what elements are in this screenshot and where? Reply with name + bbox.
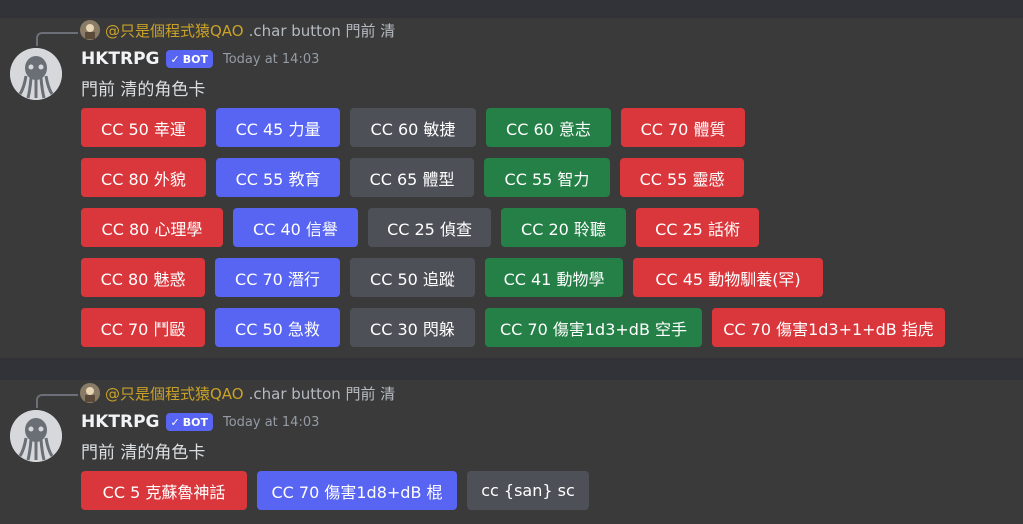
bot-badge: ✓ BOT — [165, 50, 213, 68]
skill-button[interactable]: CC 70 傷害1d3+dB 空手 — [485, 308, 702, 347]
reply-reference[interactable]: @只是個程式猿QAO .char button 門前 清 — [80, 19, 395, 41]
skill-button[interactable]: CC 80 魅惑 — [81, 258, 205, 297]
button-row-5: CC 70 鬥毆 CC 50 急救 CC 30 閃躲 CC 70 傷害1d3+d… — [81, 308, 955, 347]
skill-button[interactable]: CC 55 教育 — [216, 158, 340, 197]
bot-badge-label: BOT — [182, 52, 208, 66]
reply-connector — [36, 32, 78, 46]
reply-reference[interactable]: @只是個程式猿QAO .char button 門前 清 — [80, 382, 395, 404]
username[interactable]: HKTRPG — [81, 49, 160, 69]
skill-button[interactable]: CC 50 急救 — [215, 308, 340, 347]
skill-button[interactable]: CC 55 智力 — [484, 158, 610, 197]
skill-button[interactable]: CC 55 靈感 — [620, 158, 744, 197]
bot-badge-label: BOT — [182, 415, 208, 429]
button-row-2: CC 80 外貌 CC 55 教育 CC 65 體型 CC 55 智力 CC 5… — [81, 158, 754, 197]
reply-avatar-icon — [80, 383, 100, 403]
reply-connector — [36, 394, 78, 408]
skill-button[interactable]: CC 20 聆聽 — [501, 208, 626, 247]
skill-button[interactable]: CC 50 幸運 — [81, 108, 206, 147]
skill-button[interactable]: CC 65 體型 — [350, 158, 474, 197]
message-header: HKTRPG ✓ BOT Today at 14:03 — [81, 47, 319, 71]
message-1: @只是個程式猿QAO .char button 門前 清 HKTRPG ✓ BO… — [0, 18, 1023, 358]
skill-button[interactable]: CC 41 動物學 — [485, 258, 623, 297]
skill-button[interactable]: CC 25 偵查 — [368, 208, 491, 247]
skill-button[interactable]: CC 30 閃躲 — [350, 308, 475, 347]
skill-button[interactable]: CC 45 力量 — [216, 108, 340, 147]
message-content: 門前 清的角色卡 — [81, 443, 206, 463]
reply-avatar-icon — [80, 20, 100, 40]
skill-button[interactable]: CC 50 追蹤 — [350, 258, 475, 297]
cthulhu-avatar-icon — [10, 410, 62, 462]
button-row-1: CC 50 幸運 CC 45 力量 CC 60 敏捷 CC 60 意志 CC 7… — [81, 108, 755, 147]
message-2: @只是個程式猿QAO .char button 門前 清 HKTRPG ✓ BO… — [0, 380, 1023, 524]
message-header: HKTRPG ✓ BOT Today at 14:03 — [81, 410, 319, 434]
bot-avatar[interactable] — [10, 410, 62, 462]
skill-button[interactable]: CC 70 潛行 — [215, 258, 340, 297]
skill-button[interactable]: CC 70 傷害1d3+1+dB 指虎 — [712, 308, 945, 347]
skill-button[interactable]: CC 70 傷害1d8+dB 棍 — [257, 471, 457, 510]
skill-button[interactable]: CC 80 外貌 — [81, 158, 206, 197]
skill-button[interactable]: CC 70 體質 — [621, 108, 745, 147]
skill-button[interactable]: CC 80 心理學 — [81, 208, 223, 247]
button-row-1: CC 5 克蘇魯神話 CC 70 傷害1d8+dB 棍 cc {san} sc — [81, 471, 599, 510]
button-row-3: CC 80 心理學 CC 40 信譽 CC 25 偵查 CC 20 聆聽 CC … — [81, 208, 769, 247]
skill-button[interactable]: CC 40 信譽 — [233, 208, 358, 247]
username[interactable]: HKTRPG — [81, 412, 160, 432]
skill-button[interactable]: CC 5 克蘇魯神話 — [81, 471, 247, 510]
skill-button[interactable]: CC 45 動物馴養(罕) — [633, 258, 823, 297]
checkmark-icon: ✓ — [170, 52, 180, 66]
button-row-4: CC 80 魅惑 CC 70 潛行 CC 50 追蹤 CC 41 動物學 CC … — [81, 258, 833, 297]
reply-username[interactable]: @只是個程式猿QAO — [105, 383, 244, 404]
cthulhu-avatar-icon — [10, 48, 62, 100]
skill-button[interactable]: CC 25 話術 — [636, 208, 759, 247]
reply-text[interactable]: .char button 門前 清 — [249, 383, 396, 404]
reply-username[interactable]: @只是個程式猿QAO — [105, 20, 244, 41]
skill-button[interactable]: CC 60 敏捷 — [350, 108, 476, 147]
checkmark-icon: ✓ — [170, 415, 180, 429]
timestamp[interactable]: Today at 14:03 — [223, 52, 319, 67]
timestamp[interactable]: Today at 14:03 — [223, 415, 319, 430]
reply-text[interactable]: .char button 門前 清 — [249, 20, 396, 41]
bot-badge: ✓ BOT — [165, 413, 213, 431]
bot-avatar[interactable] — [10, 48, 62, 100]
skill-button[interactable]: CC 70 鬥毆 — [81, 308, 205, 347]
message-content: 門前 清的角色卡 — [81, 80, 206, 100]
sanity-check-button[interactable]: cc {san} sc — [467, 471, 589, 510]
skill-button[interactable]: CC 60 意志 — [486, 108, 611, 147]
